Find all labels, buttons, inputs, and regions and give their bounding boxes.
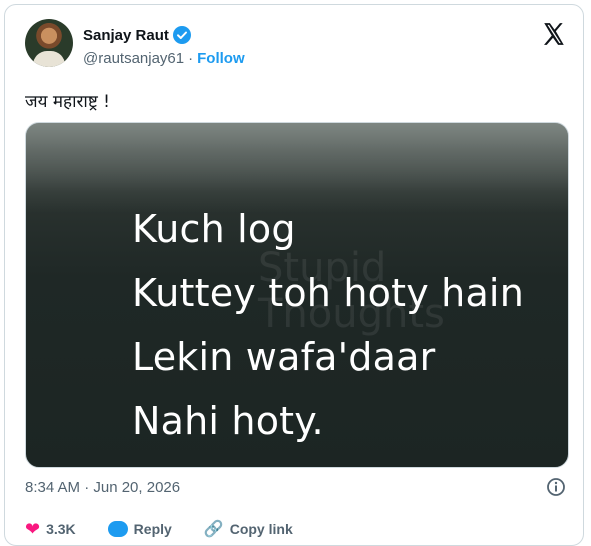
tweet-actions: ❤ 3.3K Reply 🔗 Copy link [25, 517, 565, 541]
tweet-card[interactable]: Sanjay Raut @rautsanjay61 · Follow जय मह… [4, 4, 584, 546]
image-text-line: Lekin wafa'daar [132, 335, 436, 379]
author-name[interactable]: Sanjay Raut [83, 27, 169, 44]
copy-link-label: Copy link [229, 521, 293, 537]
tweet-text: जय महाराष्ट्र ! [25, 92, 110, 112]
author-handle[interactable]: @rautsanjay61 [83, 50, 184, 67]
author-name-row: Sanjay Raut [83, 26, 191, 44]
reply-label: Reply [133, 521, 172, 537]
link-icon: 🔗 [203, 521, 224, 538]
follow-button[interactable]: Follow [197, 50, 245, 67]
image-text-line: Kuch log [132, 207, 296, 251]
verified-badge-icon [172, 26, 191, 44]
avatar[interactable] [25, 19, 73, 67]
tweet-timestamp[interactable]: 8:34 AM · Jun 20, 2026 [25, 479, 180, 496]
reply-icon [107, 521, 128, 537]
image-text-line: Nahi hoty. [132, 399, 324, 443]
copy-link-button[interactable]: 🔗 Copy link [204, 517, 293, 541]
like-count: 3.3K [46, 521, 76, 537]
tweet-image[interactable]: Stupid Thoughts Kuch log Kuttey toh hoty… [25, 122, 569, 468]
info-icon[interactable] [546, 477, 566, 497]
x-logo-icon[interactable] [541, 21, 567, 47]
separator-dot: · [188, 50, 194, 67]
heart-icon: ❤ [25, 518, 41, 539]
image-text-line: Kuttey toh hoty hain [132, 271, 524, 315]
reply-button[interactable]: Reply [107, 517, 172, 541]
image-treeline [26, 123, 568, 213]
author-handle-row: @rautsanjay61 · Follow [83, 50, 245, 67]
like-button[interactable]: ❤ 3.3K [25, 517, 76, 541]
